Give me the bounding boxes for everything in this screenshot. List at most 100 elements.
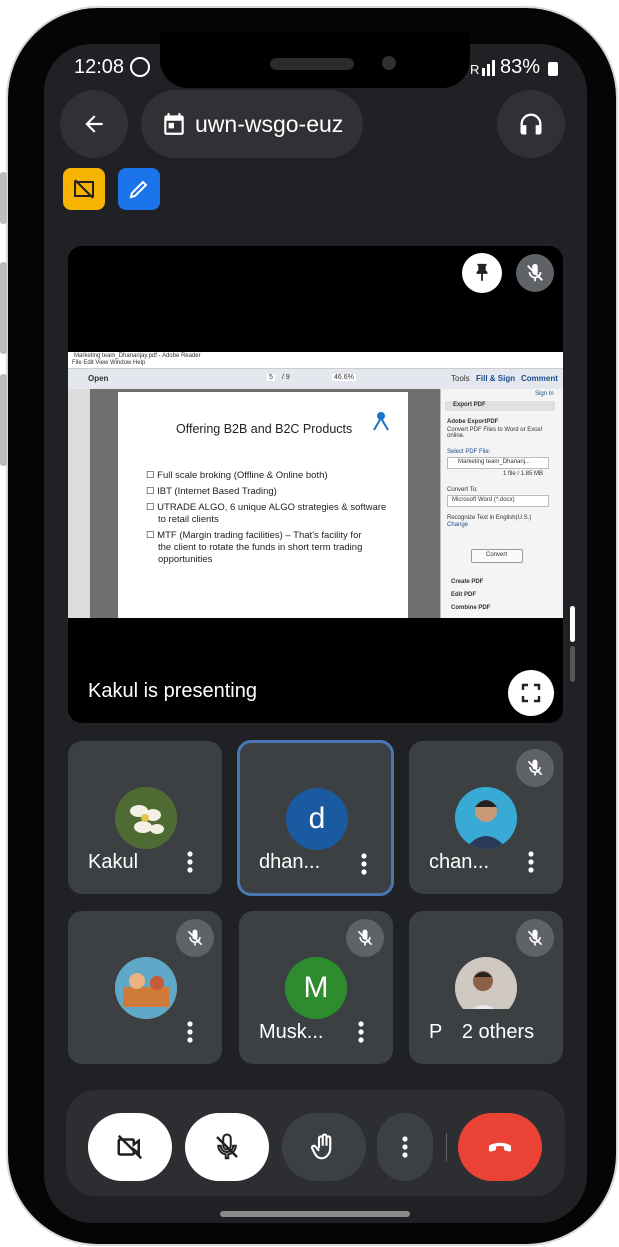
participant-options-button[interactable] — [178, 845, 202, 879]
participant-tile[interactable]: M Musk... — [239, 911, 393, 1064]
fullscreen-button[interactable] — [508, 670, 554, 716]
participant-options-button[interactable] — [349, 1015, 373, 1049]
participant-options-button[interactable] — [178, 1015, 202, 1049]
front-camera — [382, 56, 396, 70]
window-titlebar: Marketing team_Dhananjay.pdf - Adobe Rea… — [68, 352, 563, 369]
slide-bullet: ☐ IBT (Internet Based Trading) — [146, 486, 277, 497]
camera-notch — [160, 32, 470, 88]
mic-off-icon — [187, 929, 203, 946]
more-vert-icon — [528, 851, 534, 873]
participant-name: chan... — [429, 851, 490, 873]
window-title: Marketing team_Dhananjay.pdf - Adobe Rea… — [74, 353, 201, 359]
phone-side-button — [0, 172, 7, 224]
fullscreen-icon — [521, 683, 541, 703]
illustration-photo-icon — [115, 957, 177, 1019]
zoom-level: 46.6% — [332, 374, 356, 381]
status-time: 12:08 — [74, 56, 125, 78]
file-field: Marketing team_Dhananj... — [447, 457, 549, 469]
end-call-button[interactable] — [458, 1113, 542, 1181]
whiteboard-badge[interactable] — [118, 168, 160, 210]
convert-to-label: Convert To: — [447, 487, 478, 493]
camera-off-icon — [117, 1134, 143, 1160]
phone-side-button — [0, 374, 7, 466]
reader-toolbar: Open 5 / 9 46.6% Tools Fill & Sign Comme… — [68, 369, 563, 390]
participant-tile[interactable]: Pri 2 others — [409, 911, 563, 1064]
convert-button: Convert — [471, 549, 523, 563]
participant-tile[interactable]: chan... — [409, 741, 563, 894]
mic-off-icon — [357, 929, 373, 946]
muted-indicator — [346, 919, 384, 957]
page-number: 5 — [267, 374, 275, 381]
pin-icon — [476, 263, 488, 282]
adobe-export-title: Adobe ExportPDF — [447, 419, 499, 425]
pin-button[interactable] — [462, 253, 502, 293]
menu-help: Help — [132, 360, 146, 366]
more-vert-icon — [187, 1021, 193, 1043]
participant-name: Kakul — [88, 851, 139, 873]
flower-photo-icon — [115, 787, 177, 849]
avatar — [455, 787, 517, 849]
meeting-info-chip[interactable]: uwn-wsgo-euz — [141, 90, 363, 158]
presenter-label: Kakul is presenting — [88, 680, 257, 702]
participant-name: Musk... — [259, 1021, 324, 1043]
slide-bullet: the client to rotate the funds in short … — [158, 542, 363, 553]
avatar-initial: M — [303, 971, 329, 1004]
page-count: / 9 — [282, 374, 290, 381]
select-file-label: Select PDF File: — [447, 449, 491, 455]
format-select: Microsoft Word (*.docx) — [447, 495, 549, 507]
convert-label: Convert — [486, 552, 508, 558]
combine-pdf-item: Combine PDF — [451, 605, 491, 611]
headphones-icon — [520, 113, 542, 135]
more-options-button[interactable] — [377, 1113, 433, 1181]
menu-file: File — [72, 360, 82, 366]
battery-level: 83% — [500, 56, 541, 78]
edit-pdf-item: Edit PDF — [451, 592, 476, 598]
audio-output-button[interactable] — [497, 90, 565, 158]
camera-toggle-button[interactable] — [88, 1113, 172, 1181]
captions-off-badge[interactable] — [63, 168, 105, 210]
muted-indicator — [516, 919, 554, 957]
more-vert-icon — [187, 851, 193, 873]
open-button: Open — [88, 374, 109, 383]
scroll-indicator[interactable] — [570, 606, 575, 642]
menu-edit: Edit — [83, 360, 94, 366]
more-vert-icon — [402, 1136, 408, 1158]
avatar: d — [286, 788, 348, 850]
avatar: M — [285, 957, 347, 1019]
export-side-panel: Sign In Export PDF Adobe ExportPDF Conve… — [440, 389, 563, 618]
home-indicator[interactable] — [220, 1211, 410, 1217]
arrow-left-icon — [85, 115, 103, 133]
whatsapp-icon — [130, 57, 150, 77]
signal-icon: R — [470, 58, 496, 77]
reader-left-rail — [68, 389, 90, 618]
mic-off-icon — [527, 929, 543, 946]
slide-bullet: to retail clients — [158, 514, 219, 525]
file-name: Marketing team_Dhananj... — [458, 459, 531, 465]
participant-options-button[interactable] — [519, 845, 543, 879]
sign-in-link: Sign In — [535, 391, 554, 397]
muted-indicator — [516, 749, 554, 787]
export-description: Convert PDF Files to Word or Excel onlin… — [447, 427, 542, 439]
slide-bullet: ☐ Full scale broking (Offline & Online b… — [146, 470, 328, 481]
mic-off-icon — [216, 1133, 238, 1160]
menu-window: Window — [109, 360, 132, 366]
participant-tile[interactable]: Kakul — [68, 741, 222, 894]
participant-options-button[interactable] — [352, 847, 376, 881]
menu-bar: File Edit View Window Help — [72, 360, 145, 366]
muted-indicator — [176, 919, 214, 957]
avatar — [115, 787, 177, 849]
mic-toggle-button[interactable] — [185, 1113, 269, 1181]
participant-tile-active-speaker[interactable]: d dhan... — [237, 740, 394, 896]
mic-off-icon — [527, 263, 543, 282]
raise-hand-button[interactable] — [282, 1113, 366, 1181]
export-pdf-label: Export PDF — [453, 402, 486, 408]
earpiece — [270, 58, 354, 70]
back-button[interactable] — [60, 90, 128, 158]
slide-bullet: ☐ MTF (Margin trading facilities) – That… — [146, 530, 362, 541]
slide-title: Offering B2B and B2C Products — [176, 422, 353, 436]
format-value: Microsoft Word (*.docx) — [452, 497, 515, 503]
no-recording-icon — [74, 179, 94, 199]
others-overflow-button[interactable]: 2 others — [443, 1009, 553, 1055]
more-vert-icon — [358, 1021, 364, 1043]
participant-tile[interactable] — [68, 911, 222, 1064]
